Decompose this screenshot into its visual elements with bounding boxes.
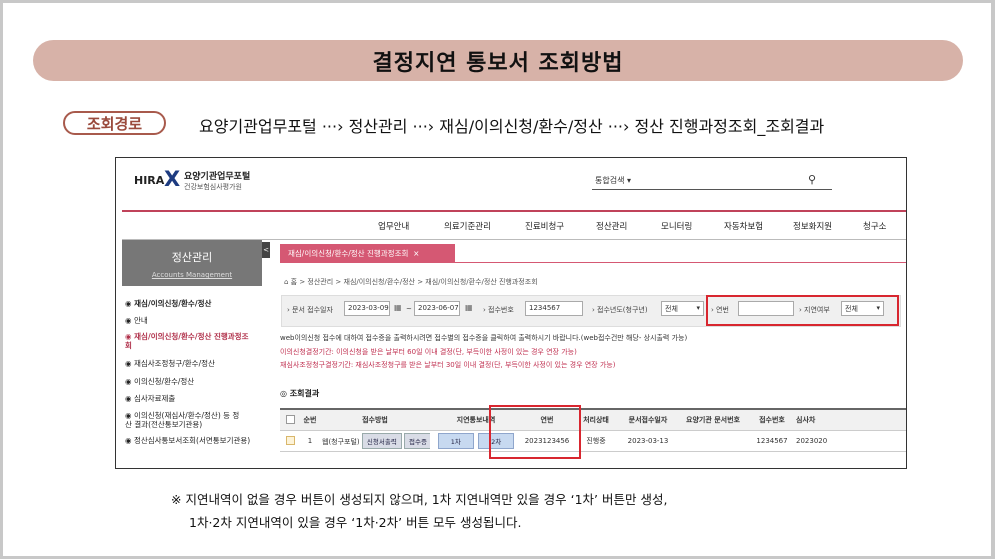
lnb-toggle-button[interactable]: < [262, 242, 270, 258]
title-banner: 결정지연 통보서 조회방법 [33, 40, 963, 81]
delay-1st-button[interactable]: 1차 [437, 432, 474, 449]
cell-method: 웹(청구포털) 신청서출력 접수증 [320, 430, 430, 452]
chevron-down-icon: ▾ [696, 304, 700, 312]
row-checkbox[interactable] [280, 430, 300, 452]
portal-screenshot: HIRA X 요양기관업무포털 건강보험심사평가원 통합검색 ▾ ⚲ 업무안내 … [115, 157, 907, 469]
info-text: web이의신청 접수에 대하여 접수증을 출력하시려면 접수별의 접수증을 클릭… [280, 334, 688, 342]
date-label: › 문서 접수일자 [287, 306, 333, 314]
info-text: 이의신청결정기간: 이의신청을 받은 날부터 60일 이내 결정(단, 부득이한… [280, 348, 577, 356]
search-input[interactable] [592, 189, 832, 190]
search-scope-select[interactable]: 통합검색 ▾ [595, 175, 631, 186]
delay-select[interactable]: 전체 ▾ [841, 301, 884, 316]
result-table: 순번 접수방법 지연통보내역 연번 처리상태 문서접수일자 요양기관 문서번호 … [280, 408, 906, 452]
gnav-item[interactable]: 정산관리 [596, 220, 627, 232]
lnb-item[interactable]: ◉ 정산심사통보서조회(서면통보기관용) [125, 436, 253, 445]
calendar-icon[interactable]: ▦ [465, 303, 473, 312]
info-text: 재심사조정청구결정기간: 재심사조정청구를 받은 날부터 30일 이내 결정(단… [280, 361, 616, 369]
lnb-item[interactable]: ◉ 이의신청(재심사/환수/정산) 등 정산 결과(전산통보기관용) [125, 411, 245, 429]
receipt-button[interactable]: 접수증 [404, 432, 430, 449]
col-header: 요양기관 문서번호 [676, 408, 750, 431]
lnb-item[interactable]: ◉ 재심사조정청구/환수/정산 [125, 359, 260, 368]
lnb-item[interactable]: ◉ 재심/이의신청/환수/정산 [125, 299, 260, 308]
lnb-title: 정산관리 [171, 251, 213, 264]
logo-sub: 건강보험심사평가원 [184, 183, 242, 191]
gnav-item[interactable]: 진료비청구 [525, 220, 564, 232]
search-icon[interactable]: ⚲ [808, 173, 816, 186]
lnb-item-active[interactable]: ◉ 재심/이의신청/환수/정산 진행과정조회 [125, 332, 253, 350]
slide: 결정지연 통보서 조회방법 조회경로 요양기관업무포털 ···› 정산관리 ··… [3, 3, 991, 556]
col-header: 문서접수일자 [620, 408, 676, 431]
lnb-subtitle: Accounts Management [151, 271, 233, 279]
logo-hira: HIRA [134, 174, 165, 187]
date-from-input[interactable]: 2023-03-09 [344, 301, 390, 316]
print-application-button[interactable]: 신청서출력 [361, 432, 402, 449]
cell-review: 2023020 [794, 430, 906, 452]
header-divider [122, 210, 906, 212]
gnav-item[interactable]: 자동차보험 [724, 220, 763, 232]
highlight-box-delay [489, 405, 581, 459]
date-tilde: ~ [406, 305, 412, 313]
year-select[interactable]: 전체 ▾ [661, 301, 704, 316]
path-text: 요양기관업무포털 ···› 정산관리 ···› 재심/이의신청/환수/정산 ··… [199, 117, 825, 136]
lnb-item[interactable]: ◉ 심사자료제출 [125, 394, 260, 403]
receipt-no-input[interactable]: 1234567 [525, 301, 583, 316]
table-row: 1 웹(청구포털) 신청서출력 접수증 1차 2차 2023123456 진행중… [280, 430, 906, 452]
breadcrumb: ⌂ 홈 > 정산관리 > 재심/이의신청/환수/정산 > 재심/이의신청/환수/… [284, 278, 538, 286]
gnav-item[interactable]: 정보화지원 [793, 220, 832, 232]
date-to-input[interactable]: 2023-06-07 [414, 301, 460, 316]
gnav-item[interactable]: 청구소 [863, 220, 886, 232]
result-title: ◎ 조회결과 [280, 389, 320, 398]
col-header: 접수번호 [750, 408, 794, 431]
slide-title: 결정지연 통보서 조회방법 [372, 50, 624, 76]
note-line-1: ※ 지연내역이 없을 경우 버튼이 생성되지 않으며, 1차 지연내역만 있을 … [171, 492, 668, 507]
gnav-item[interactable]: 업무안내 [378, 220, 409, 232]
col-header: 순번 [300, 408, 320, 431]
cell-receipt-no: 1234567 [750, 430, 794, 452]
select-all-checkbox[interactable] [280, 408, 300, 431]
cell-doc-no [676, 430, 750, 452]
gnav-item[interactable]: 의료기준관리 [444, 220, 491, 232]
lnb-item[interactable]: ◉ 안내 [125, 316, 260, 325]
tab-progress[interactable]: 재심/이의신청/환수/정산 진행과정조회 × [280, 244, 455, 262]
serial-input[interactable] [738, 301, 794, 316]
receipt-no-label: › 접수번호 [483, 306, 514, 314]
gnav-item[interactable]: 모니터링 [661, 220, 692, 232]
serial-label: › 연번 [711, 306, 729, 314]
logo-name: 요양기관업무포털 [184, 172, 251, 182]
year-label: › 접수년도(청구년) [592, 306, 648, 314]
col-header: 접수방법 [320, 408, 430, 431]
cell-no: 1 [300, 430, 320, 452]
table-header-row: 순번 접수방법 지연통보내역 연번 처리상태 문서접수일자 요양기관 문서번호 … [280, 408, 906, 431]
tab-close-icon[interactable]: × [413, 249, 419, 258]
logo-icon: X [164, 167, 181, 191]
col-header: 심사차 [794, 408, 906, 431]
delay-label: › 지연여부 [799, 306, 830, 314]
tab-underline [280, 262, 906, 263]
lnb-item[interactable]: ◉ 이의신청/환수/정산 [125, 377, 260, 386]
calendar-icon[interactable]: ▦ [394, 303, 402, 312]
cell-date: 2023-03-13 [620, 430, 676, 452]
path-label: 조회경로 [63, 111, 166, 135]
note-line-2: 1차·2차 지연내역이 있을 경우 ‘1차·2차’ 버튼 모두 생성됩니다. [189, 515, 522, 530]
chevron-down-icon: ▾ [876, 304, 880, 312]
